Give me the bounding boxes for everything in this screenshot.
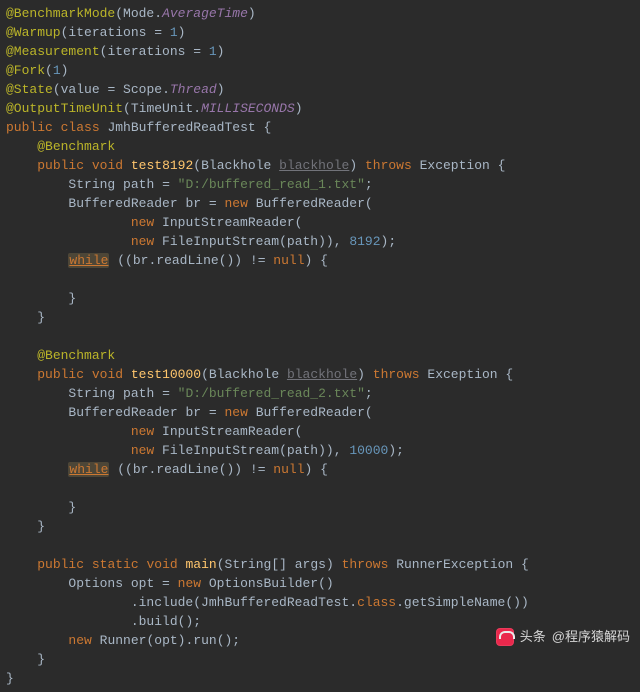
code-editor: @BenchmarkMode(Mode.AverageTime) @Warmup… xyxy=(0,0,640,692)
annotation: @BenchmarkMode xyxy=(6,6,115,21)
string-literal: "D:/buffered_read_1.txt" xyxy=(178,177,365,192)
annotation: @Measurement xyxy=(6,44,100,59)
keyword-while: while xyxy=(68,462,109,477)
watermark-source: 头条 xyxy=(520,627,546,646)
annotation: @OutputTimeUnit xyxy=(6,101,123,116)
annotation: @Benchmark xyxy=(37,139,115,154)
method-name: test10000 xyxy=(131,367,201,382)
watermark: 头条 @程序猿解码 xyxy=(496,627,630,646)
class-name: JmhBufferedReadTest xyxy=(107,120,255,135)
annotation: @Fork xyxy=(6,63,45,78)
keyword-while: while xyxy=(68,253,109,268)
annotation: @State xyxy=(6,82,53,97)
annotation: @Warmup xyxy=(6,25,61,40)
annotation: @Benchmark xyxy=(37,348,115,363)
string-literal: "D:/buffered_read_2.txt" xyxy=(178,386,365,401)
watermark-handle: @程序猿解码 xyxy=(552,627,630,646)
number-literal: 10000 xyxy=(349,443,388,458)
param-unused: blackhole xyxy=(279,158,349,173)
method-name: main xyxy=(186,557,217,572)
param-unused: blackhole xyxy=(287,367,357,382)
toutiao-logo-icon xyxy=(496,628,514,646)
number-literal: 8192 xyxy=(349,234,380,249)
method-name: test8192 xyxy=(131,158,193,173)
